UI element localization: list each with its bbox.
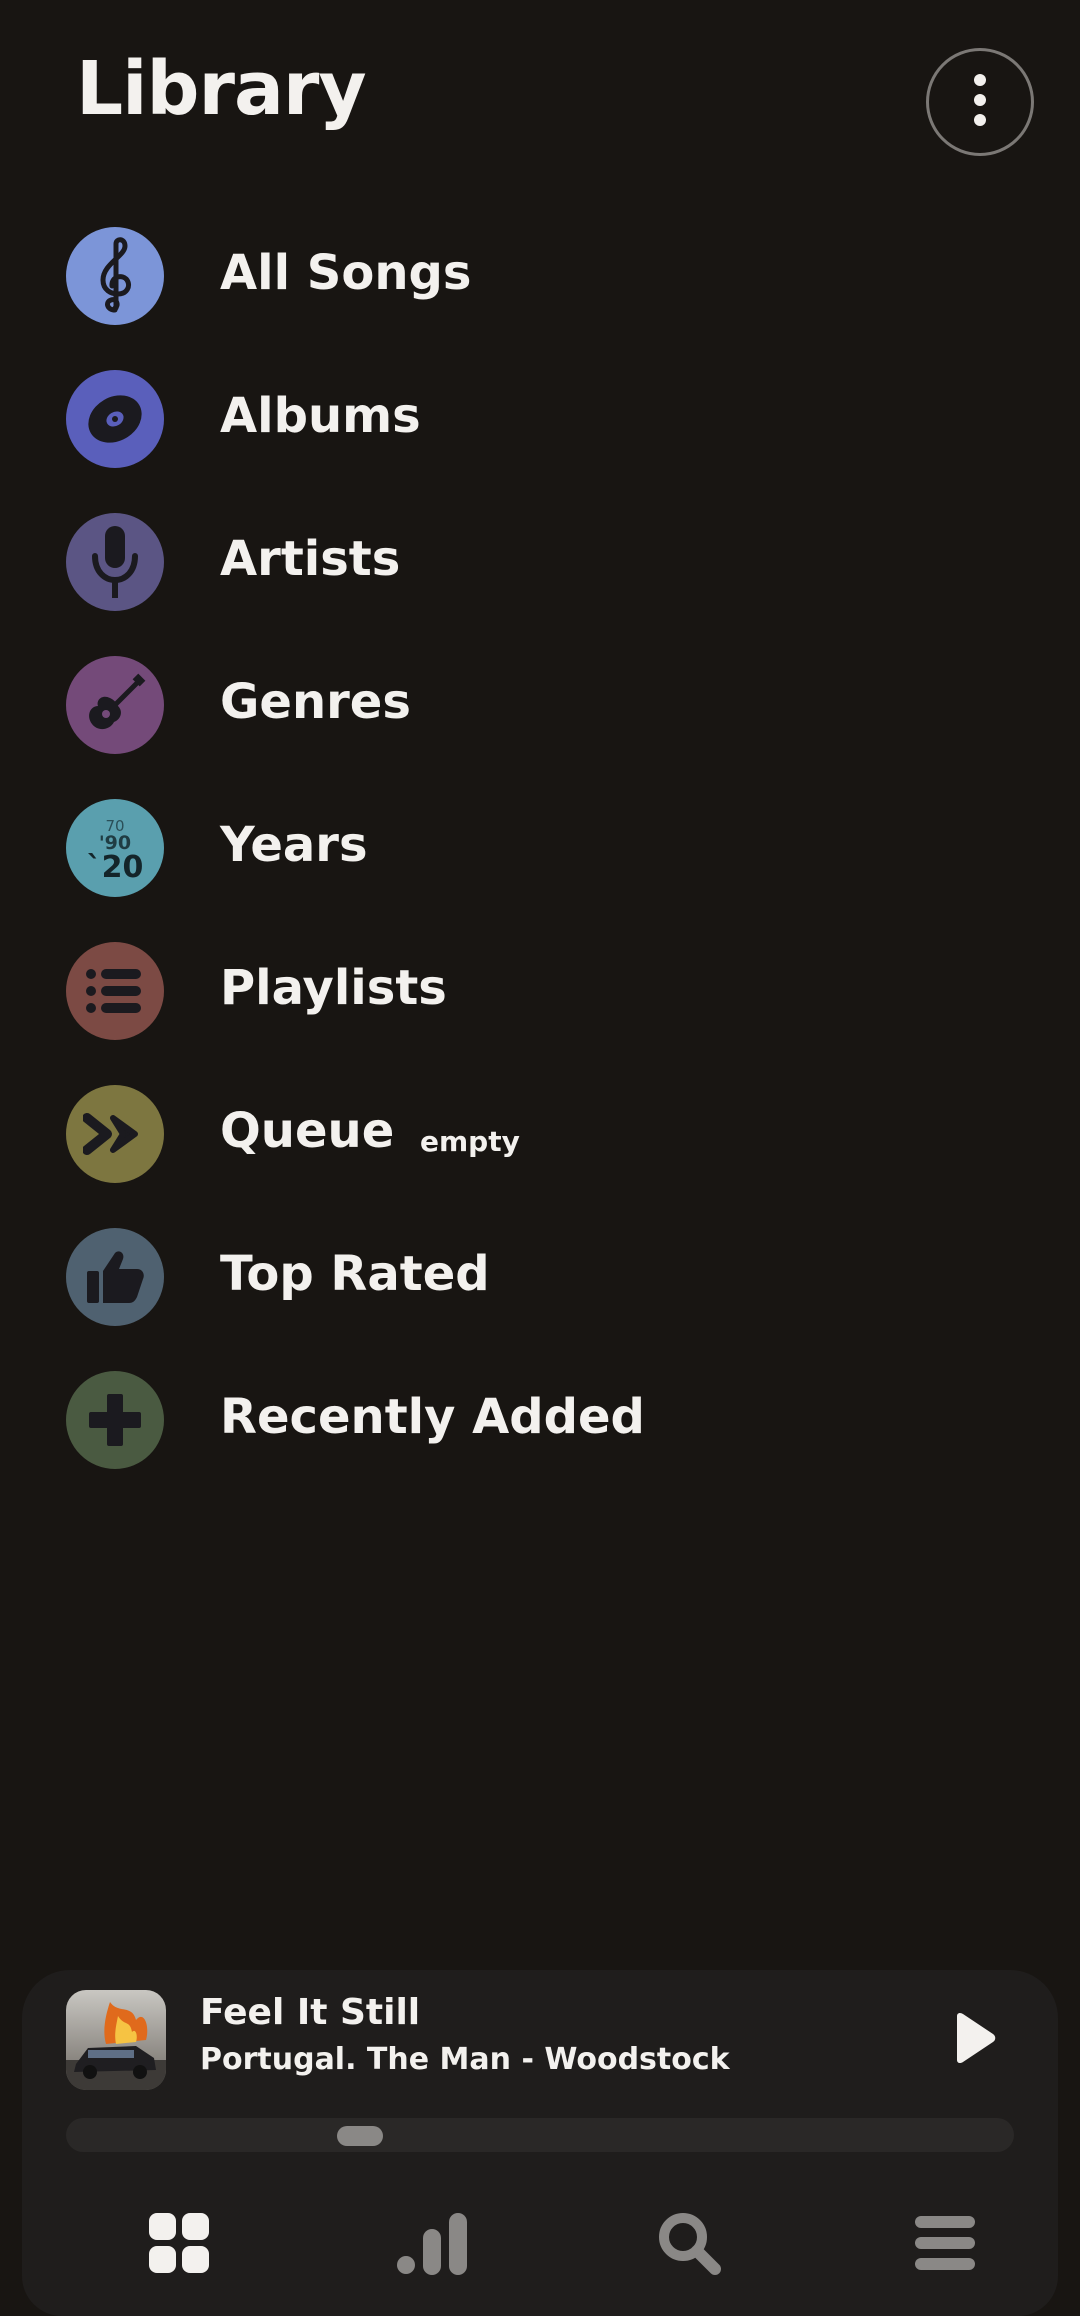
page-title: Library (76, 46, 367, 132)
song-title: Feel It Still (200, 1992, 421, 2033)
nav-stats-button[interactable] (378, 2190, 488, 2300)
library-item-playlists[interactable]: Playlists (0, 940, 1080, 1083)
microphone-icon (66, 513, 164, 611)
library-screen: Library All Songs Albums Artists Genres … (0, 0, 1080, 2316)
nav-search-button[interactable] (634, 2190, 744, 2300)
years-icon: 70 '90 `20 (66, 799, 164, 897)
library-item-genres[interactable]: Genres (0, 654, 1080, 797)
nav-menu-button[interactable] (890, 2190, 1000, 2300)
library-item-label: All Songs (220, 245, 472, 301)
menu-icon (913, 2214, 977, 2276)
play-button[interactable] (942, 2008, 1006, 2072)
bottom-nav (22, 2190, 1058, 2300)
library-item-label: Playlists (220, 960, 447, 1016)
library-item-label: Top Rated (220, 1246, 490, 1302)
progress-thumb[interactable] (337, 2126, 383, 2146)
song-artist-album: Portugal. The Man - Woodstock (200, 2042, 730, 2077)
library-item-label: Artists (220, 531, 401, 587)
fast-forward-icon (66, 1085, 164, 1183)
library-item-label: Genres (220, 674, 411, 730)
album-art[interactable] (66, 1990, 166, 2090)
library-item-label: Albums (220, 388, 421, 444)
library-item-top-rated[interactable]: Top Rated (0, 1226, 1080, 1369)
list-icon (66, 942, 164, 1040)
library-item-label: Recently Added (220, 1389, 645, 1445)
grid-icon (147, 2211, 211, 2279)
more-vert-icon (970, 70, 990, 134)
thumbs-up-icon (66, 1228, 164, 1326)
nav-library-button[interactable] (124, 2190, 234, 2300)
progress-slider[interactable] (66, 2118, 1014, 2152)
play-icon (951, 2012, 997, 2068)
library-item-albums[interactable]: Albums (0, 368, 1080, 511)
now-playing-bar: Feel It Still Portugal. The Man - Woodst… (22, 1970, 1058, 2316)
treble-clef-icon (66, 227, 164, 325)
years-icon-20: `20 (86, 850, 144, 885)
library-item-years[interactable]: 70 '90 `20 Years (0, 797, 1080, 940)
disc-icon (66, 370, 164, 468)
search-icon (657, 2211, 721, 2279)
library-item-all-songs[interactable]: All Songs (0, 225, 1080, 368)
library-item-queue[interactable]: Queue empty (0, 1083, 1080, 1226)
bar-chart-icon (397, 2211, 469, 2279)
library-item-label: Queue (220, 1103, 395, 1159)
library-item-label: Years (220, 817, 368, 873)
library-item-artists[interactable]: Artists (0, 511, 1080, 654)
library-list: All Songs Albums Artists Genres 70 '90 `… (0, 225, 1080, 1512)
plus-icon (66, 1371, 164, 1469)
more-options-button[interactable] (926, 48, 1034, 156)
queue-status-badge: empty (420, 1125, 520, 1158)
library-item-recently-added[interactable]: Recently Added (0, 1369, 1080, 1512)
guitar-icon (66, 656, 164, 754)
